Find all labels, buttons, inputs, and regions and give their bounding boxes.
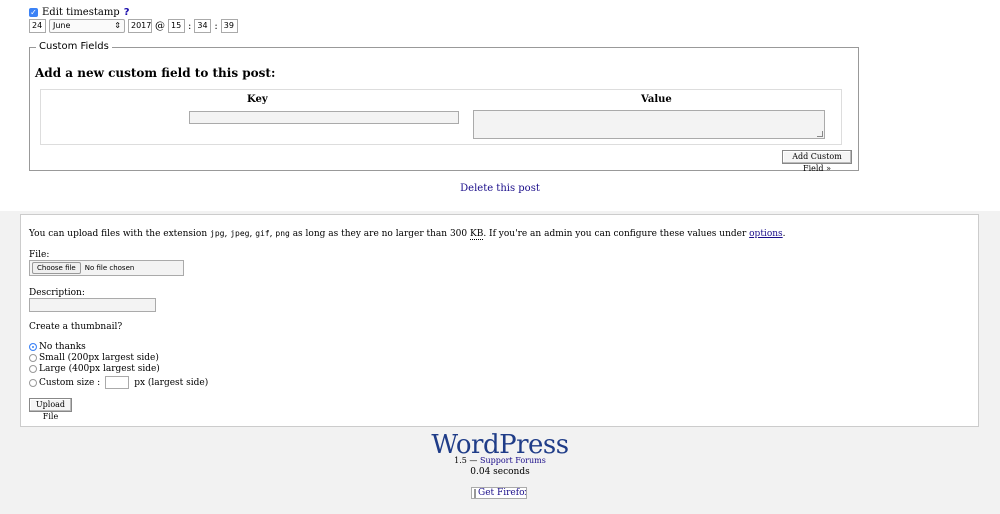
thumbnail-label: Create a thumbnail?: [29, 322, 123, 332]
radio-label: No thanks: [39, 342, 86, 352]
timestamp-fields: 24 June ⇕ 2017 @ 15 : 34 : 39: [29, 19, 238, 33]
upload-text-period: .: [782, 229, 786, 239]
month-select-value: June: [53, 21, 71, 30]
colon-separator: :: [188, 20, 192, 32]
edit-timestamp-label[interactable]: Edit timestamp: [42, 7, 120, 18]
resize-grip-icon[interactable]: [817, 131, 823, 137]
version-dash: —: [466, 456, 480, 465]
hour-input[interactable]: 15: [168, 19, 185, 33]
no-file-text: No file chosen: [84, 264, 135, 272]
month-select[interactable]: June ⇕: [49, 19, 125, 33]
day-input[interactable]: 24: [29, 19, 46, 33]
kb-abbr: KB: [469, 229, 484, 240]
colon-separator: :: [214, 20, 218, 32]
timestamp-help-link[interactable]: ?: [124, 7, 130, 18]
extension-png: png: [275, 229, 290, 238]
second-input[interactable]: 39: [220, 19, 238, 33]
get-firefox-alt: Get Firefox: [478, 488, 527, 498]
extension-gif: gif: [255, 229, 270, 238]
value-column-header: Value: [641, 94, 672, 105]
custom-field-value-textarea[interactable]: [473, 110, 825, 139]
radio-button[interactable]: [29, 365, 37, 373]
upload-text-part: You can upload files with the extension: [29, 229, 210, 239]
custom-size-suffix: px (largest side): [134, 377, 209, 388]
extension-jpg: jpg: [210, 229, 225, 238]
radio-custom-size[interactable]: Custom size : px (largest side): [29, 376, 208, 389]
delete-post-link[interactable]: Delete this post: [0, 183, 1000, 194]
upload-instructions: You can upload files with the extension …: [29, 229, 786, 240]
file-label: File:: [29, 250, 50, 260]
upload-file-button[interactable]: Upload File: [29, 398, 72, 421]
custom-fields-legend: Custom Fields: [36, 41, 112, 52]
custom-size-input[interactable]: [105, 376, 130, 389]
edit-timestamp-row: ✓ Edit timestamp ?: [29, 7, 130, 18]
version-line: 1.5 — Support Forums: [0, 456, 1000, 465]
add-custom-field-button[interactable]: Add Custom Field »: [782, 150, 852, 173]
upload-panel: [20, 214, 979, 427]
get-firefox-button[interactable]: Get Firefox: [471, 487, 527, 499]
options-link[interactable]: options: [749, 229, 783, 239]
extension-jpeg: jpeg: [230, 229, 250, 238]
version-number: 1.5: [454, 456, 467, 465]
key-column-header: Key: [247, 94, 268, 105]
radio-no-thanks[interactable]: No thanks: [29, 342, 86, 352]
upload-text-part: as long as they are no larger than 300: [289, 229, 470, 239]
file-input[interactable]: Choose file No file chosen: [29, 260, 184, 276]
radio-label: Custom size :: [39, 377, 101, 388]
radio-large[interactable]: Large (400px largest side): [29, 364, 160, 374]
choose-file-button[interactable]: Choose file: [32, 262, 81, 274]
select-arrows-icon: ⇕: [114, 21, 121, 30]
at-separator: @: [155, 20, 165, 32]
radio-label: Large (400px largest side): [39, 364, 160, 374]
description-input[interactable]: [29, 298, 156, 312]
custom-fields-heading: Add a new custom field to this post:: [35, 66, 276, 80]
edit-timestamp-checkbox[interactable]: ✓: [29, 8, 38, 17]
support-forums-link[interactable]: Support Forums: [480, 456, 546, 465]
radio-label: Small (200px largest side): [39, 353, 159, 363]
broken-image-icon: [474, 488, 476, 498]
radio-button[interactable]: [29, 354, 37, 362]
render-time: 0.04 seconds: [470, 467, 530, 477]
year-input[interactable]: 2017: [128, 19, 152, 33]
radio-small[interactable]: Small (200px largest side): [29, 353, 159, 363]
description-label: Description:: [29, 288, 85, 298]
upload-text-part: . If you're an admin you can configure t…: [483, 229, 750, 239]
radio-button[interactable]: [29, 343, 37, 351]
radio-button[interactable]: [29, 378, 37, 387]
minute-input[interactable]: 34: [194, 19, 212, 33]
custom-field-key-input[interactable]: [189, 111, 459, 124]
